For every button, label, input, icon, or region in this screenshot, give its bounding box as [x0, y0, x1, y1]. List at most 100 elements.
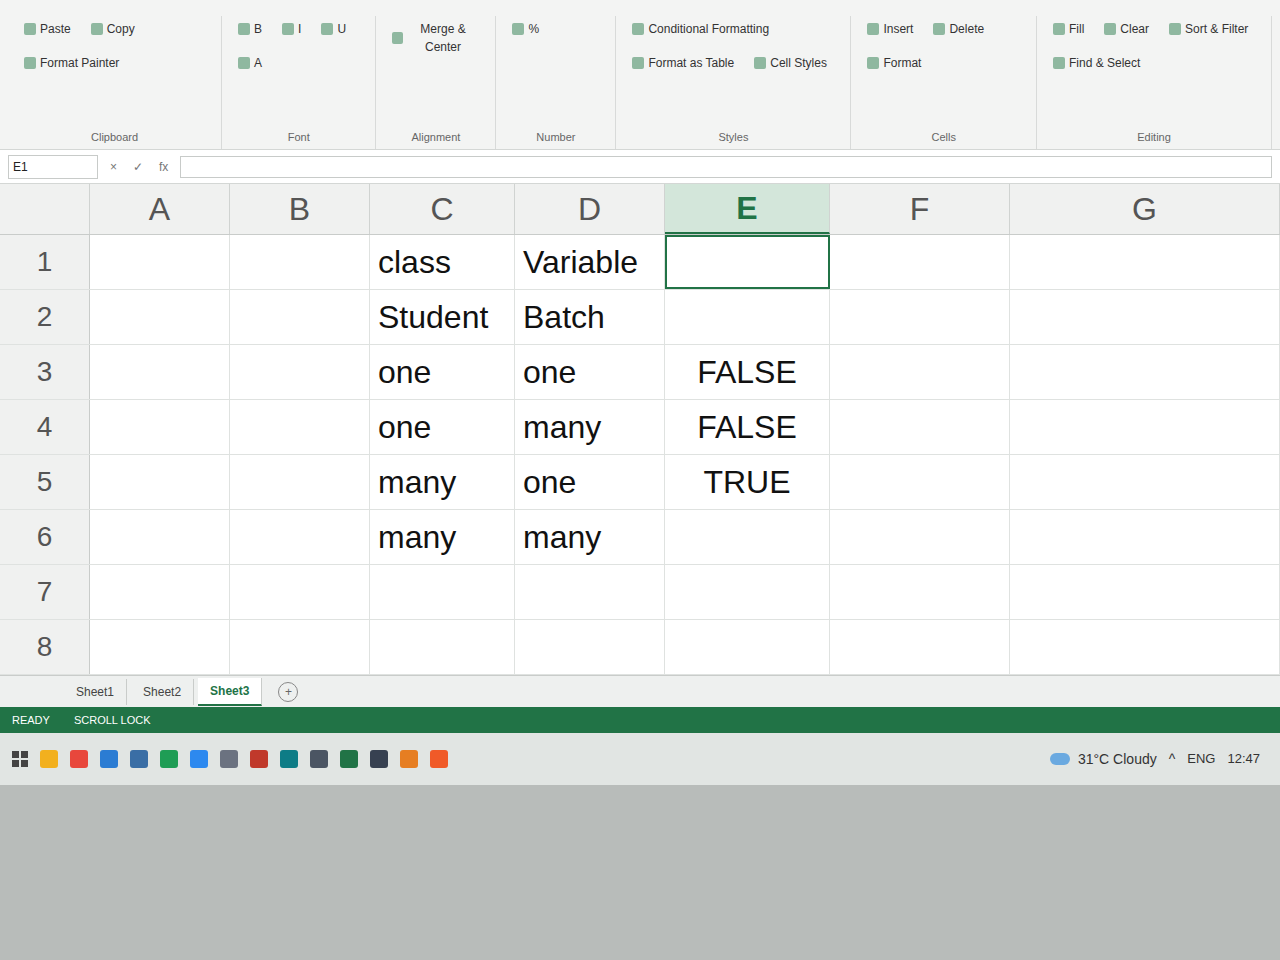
cell[interactable]: [830, 565, 1010, 619]
cell[interactable]: many: [370, 455, 515, 509]
row-header[interactable]: 1: [0, 235, 90, 289]
taskbar-app-icon[interactable]: [190, 750, 208, 768]
ribbon-button[interactable]: Find & Select: [1049, 50, 1144, 76]
cell[interactable]: [90, 235, 230, 289]
row-header[interactable]: 8: [0, 620, 90, 674]
column-header[interactable]: E: [665, 184, 830, 234]
cell[interactable]: [1010, 620, 1280, 674]
cell[interactable]: [1010, 235, 1280, 289]
column-header[interactable]: B: [230, 184, 370, 234]
cell[interactable]: one: [370, 400, 515, 454]
cell[interactable]: [230, 290, 370, 344]
taskbar-app-icon[interactable]: [340, 750, 358, 768]
cell[interactable]: [90, 345, 230, 399]
ribbon-button[interactable]: Copy: [87, 16, 139, 42]
cell[interactable]: one: [370, 345, 515, 399]
ribbon-button[interactable]: Merge & Center: [388, 16, 483, 60]
cell[interactable]: [90, 290, 230, 344]
taskbar-app-icon[interactable]: [310, 750, 328, 768]
taskbar-app-icon[interactable]: [130, 750, 148, 768]
tray-arrow[interactable]: ^: [1169, 749, 1176, 770]
cell[interactable]: many: [515, 510, 665, 564]
clock[interactable]: 12:47: [1227, 749, 1268, 769]
ribbon-button[interactable]: Format Painter: [20, 50, 123, 76]
ribbon-button[interactable]: Clear: [1100, 16, 1153, 42]
row-header[interactable]: 7: [0, 565, 90, 619]
cell[interactable]: [830, 290, 1010, 344]
taskbar-app-icon[interactable]: [250, 750, 268, 768]
ribbon-button[interactable]: Format: [863, 50, 925, 76]
cell[interactable]: [665, 565, 830, 619]
cell[interactable]: [830, 455, 1010, 509]
cell[interactable]: [1010, 510, 1280, 564]
ribbon-button[interactable]: Sort & Filter: [1165, 16, 1252, 42]
cell[interactable]: [370, 565, 515, 619]
cell[interactable]: [370, 620, 515, 674]
ribbon-button[interactable]: Delete: [929, 16, 988, 42]
taskbar-app-icon[interactable]: [70, 750, 88, 768]
cell[interactable]: [1010, 290, 1280, 344]
cell[interactable]: Student: [370, 290, 515, 344]
cell[interactable]: [665, 235, 830, 289]
language[interactable]: ENG: [1187, 749, 1215, 769]
cell[interactable]: [665, 510, 830, 564]
cell[interactable]: [90, 455, 230, 509]
cell[interactable]: [830, 400, 1010, 454]
cell[interactable]: one: [515, 345, 665, 399]
column-header[interactable]: F: [830, 184, 1010, 234]
cell[interactable]: [830, 235, 1010, 289]
row-header[interactable]: 6: [0, 510, 90, 564]
taskbar-app-icon[interactable]: [40, 750, 58, 768]
cell[interactable]: many: [515, 400, 665, 454]
cell[interactable]: [90, 510, 230, 564]
weather[interactable]: 31°C Cloudy: [1050, 749, 1157, 770]
cell[interactable]: [230, 345, 370, 399]
select-all[interactable]: [0, 184, 90, 234]
ribbon-button[interactable]: Paste: [20, 16, 75, 42]
column-header[interactable]: A: [90, 184, 230, 234]
cell[interactable]: [90, 400, 230, 454]
add-sheet-button[interactable]: +: [278, 682, 298, 702]
sheet-tab[interactable]: Sheet2: [131, 679, 194, 705]
sheet-tab[interactable]: Sheet1: [64, 679, 127, 705]
cell[interactable]: Variable: [515, 235, 665, 289]
cell[interactable]: [1010, 345, 1280, 399]
cell[interactable]: TRUE: [665, 455, 830, 509]
cell[interactable]: [830, 345, 1010, 399]
cell[interactable]: FALSE: [665, 400, 830, 454]
taskbar-app-icon[interactable]: [430, 750, 448, 768]
cell[interactable]: [230, 455, 370, 509]
cell[interactable]: [90, 620, 230, 674]
formula-button[interactable]: fx: [155, 158, 172, 176]
ribbon-button[interactable]: %: [508, 16, 543, 42]
cell[interactable]: [1010, 565, 1280, 619]
ribbon-button[interactable]: Insert: [863, 16, 917, 42]
ribbon-button[interactable]: U: [317, 16, 350, 42]
cell[interactable]: Batch: [515, 290, 665, 344]
cell[interactable]: many: [370, 510, 515, 564]
formula-button[interactable]: ×: [106, 158, 121, 176]
row-header[interactable]: 4: [0, 400, 90, 454]
cell[interactable]: [90, 565, 230, 619]
cell[interactable]: [1010, 455, 1280, 509]
cell[interactable]: [830, 510, 1010, 564]
column-header[interactable]: C: [370, 184, 515, 234]
ribbon-button[interactable]: A: [234, 50, 266, 76]
column-header[interactable]: G: [1010, 184, 1280, 234]
name-box[interactable]: E1: [8, 155, 98, 179]
taskbar-app-icon[interactable]: [220, 750, 238, 768]
cell[interactable]: [230, 565, 370, 619]
cell[interactable]: [515, 620, 665, 674]
ribbon-button[interactable]: Cell Styles: [750, 50, 831, 76]
row-header[interactable]: 3: [0, 345, 90, 399]
cell[interactable]: FALSE: [665, 345, 830, 399]
cell[interactable]: [230, 620, 370, 674]
cell[interactable]: [1010, 400, 1280, 454]
cell[interactable]: [830, 620, 1010, 674]
ribbon-button[interactable]: Fill: [1049, 16, 1088, 42]
cell[interactable]: [230, 235, 370, 289]
ribbon-button[interactable]: I: [278, 16, 305, 42]
row-header[interactable]: 5: [0, 455, 90, 509]
formula-input[interactable]: [180, 156, 1272, 178]
formula-button[interactable]: ✓: [129, 158, 147, 176]
